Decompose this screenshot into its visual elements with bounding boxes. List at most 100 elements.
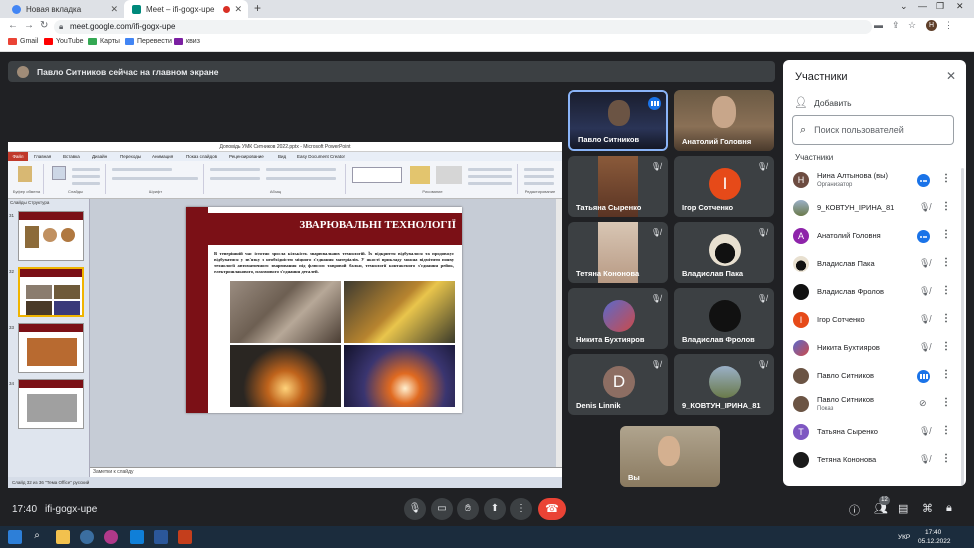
text-direction [266,168,336,171]
ppt-scrollbar[interactable] [556,199,562,467]
shape-effects [468,182,512,185]
more-options-icon[interactable]: ⋮ [941,173,951,184]
input-language[interactable]: УКР [898,534,910,541]
participant-row[interactable]: Павло Ситников Показ ⊘ ⋮ [791,390,951,418]
menu-dots-icon[interactable]: ⋮ [944,20,953,31]
more-options-icon[interactable]: ⋮ [941,257,951,268]
participant-row[interactable]: Никита Бухтияров 🎙︎̸ ⋮ [791,334,951,362]
chevron-down-icon[interactable]: ⌄ [900,1,908,12]
participant-row[interactable]: І Ігор Сотченко 🎙︎̸ ⋮ [791,306,951,334]
share-icon[interactable]: ⇪ [892,20,900,31]
participant-row[interactable]: 9_КОВТУН_ІРИНА_81 🎙︎̸ ⋮ [791,194,951,222]
participant-row[interactable]: Тетяна Кононова 🎙︎̸ ⋮ [791,446,951,474]
star-icon[interactable]: ☆ [908,20,916,31]
edge-icon[interactable] [130,530,144,544]
info-icon[interactable]: ⓘ [849,502,860,518]
tile-participant[interactable]: 🎙︎̸ Никита Бухтияров [568,288,668,349]
thumb-image [26,301,52,315]
more-options-icon[interactable]: ⋮ [941,201,951,212]
app-icon[interactable] [104,530,118,544]
participant-row[interactable]: Т Татьяна Сыренко 🎙︎̸ ⋮ [791,418,951,446]
participant-row[interactable]: Владислав Фролов 🎙︎̸ ⋮ [791,278,951,306]
tile-participant[interactable]: 🎙︎̸ 9_КОВТУН_ІРИНА_81 [674,354,774,415]
more-options-icon[interactable]: ⋮ [941,341,951,352]
tile-participant[interactable]: Павло Ситников [568,90,668,151]
close-icon[interactable]: ✕ [946,69,956,83]
tile-participant[interactable]: D 🎙︎̸ Denis Linnik [568,354,668,415]
ppt-menu-item: Анимация [152,154,174,159]
activities-icon[interactable]: ⌘ [922,502,933,515]
mic-off-icon: 🎙︎̸ [919,426,931,436]
bookmark-translate[interactable]: Перевести [125,38,172,45]
tab-new[interactable]: Новая вкладка ✕ [4,0,124,18]
new-tab-button[interactable]: + [254,1,261,15]
tile-participant[interactable]: 🎙︎̸ Татьяна Сыренко [568,156,668,217]
reload-icon[interactable]: ↻ [40,20,48,31]
panel-scrollbar[interactable] [961,168,964,486]
thumb-number: 31 [9,213,15,218]
tab-meet[interactable]: Meet – ifi-gogx-upe ✕ [124,0,248,18]
tile-participant[interactable]: І 🎙︎̸ Ігор Сотченко [674,156,774,217]
search-field[interactable]: ⌕ Поиск пользователей [792,115,954,145]
word-icon[interactable] [154,530,168,544]
more-options-icon[interactable]: ⋮ [941,369,951,380]
participant-row[interactable]: Н Нина Алтынова (вы) Организатор ⋮ [791,166,951,194]
find [524,168,554,171]
bookmark-gmail[interactable]: Gmail [8,38,38,45]
file-explorer-icon[interactable] [56,530,70,544]
present-button[interactable]: ⬆ [484,498,506,520]
maximize-icon[interactable]: ❐ [936,1,944,12]
participant-row[interactable]: Павло Ситников ⋮ [791,362,951,390]
profile-avatar[interactable]: Н [926,20,937,31]
thumb-image [25,226,39,248]
participant-role: Показ [817,406,834,412]
participant-row[interactable]: Владислав Пака 🎙︎̸ ⋮ [791,250,951,278]
tile-participant[interactable]: Анатолий Головня [674,90,774,151]
ribbon-group: Абзац [206,164,346,194]
windows-taskbar: ⌕ УКР 17:40 05.12.2022 [0,526,974,548]
lock-icon[interactable]: 🔒︎ [946,502,952,515]
end-call-button[interactable]: ☎︎ [538,498,566,520]
more-options-icon[interactable]: ⋮ [941,313,951,324]
url-field[interactable]: 🔒︎ meet.google.com/ifi-gogx-upe [54,20,872,34]
avatar-image [709,234,741,266]
bookmark-quiz[interactable]: квиз [174,38,200,45]
close-window-icon[interactable]: ✕ [956,1,964,12]
camera-indicator-icon[interactable]: ▬ [874,20,883,30]
windows-start-icon[interactable] [8,530,22,544]
tile-self[interactable]: Вы [620,426,720,487]
ppt-menu-item: Easy Document Creator [297,154,346,159]
ppt-menu-bar: Файл Главная Вставка Дизайн Переходы Ани… [8,152,562,161]
presenting-banner: Павло Ситников сейчас на главном экране [8,61,775,82]
tile-participant[interactable]: 🎙︎̸ Тетяна Кононова [568,222,668,283]
search-icon[interactable]: ⌕ [30,530,44,544]
shapes-gallery [352,167,402,183]
close-icon[interactable]: ✕ [234,4,242,15]
powerpoint-icon[interactable] [178,530,192,544]
participant-count-badge: 12 [879,496,890,505]
more-options-icon[interactable]: ⋮ [941,285,951,296]
raise-hand-button[interactable]: ✋︎ [457,498,479,520]
bookmark-youtube[interactable]: YouTube [44,38,84,45]
camera-button[interactable]: ▭ [431,498,453,520]
tile-participant[interactable]: 🎙︎̸ Владислав Пака [674,222,774,283]
add-people-button[interactable]: 👤︎ Добавить [794,96,852,109]
forward-icon[interactable]: → [24,20,34,31]
participant-row[interactable]: А Анатолий Головня ⋮ [791,222,951,250]
back-icon[interactable]: ← [8,20,18,31]
more-options-icon[interactable]: ⋮ [941,397,951,408]
chat-icon[interactable]: ▤ [898,502,908,515]
more-options-icon[interactable]: ⋮ [941,229,951,240]
tile-participant[interactable]: 🎙︎̸ Владислав Фролов [674,288,774,349]
close-icon[interactable]: ✕ [110,4,118,15]
mic-off-icon: 🎙︎̸ [756,360,767,369]
more-options-icon[interactable]: ⋮ [941,453,951,464]
more-options-button[interactable]: ⋮ [510,498,532,520]
thumb-image [26,285,52,299]
minimize-icon[interactable]: — [918,1,927,11]
mic-off-icon: 🎙︎̸ [919,286,931,296]
bookmark-maps[interactable]: Карты [88,38,120,45]
chrome-icon[interactable] [80,530,94,544]
more-options-icon[interactable]: ⋮ [941,425,951,436]
microphone-button[interactable]: 🎙︎ [404,498,426,520]
